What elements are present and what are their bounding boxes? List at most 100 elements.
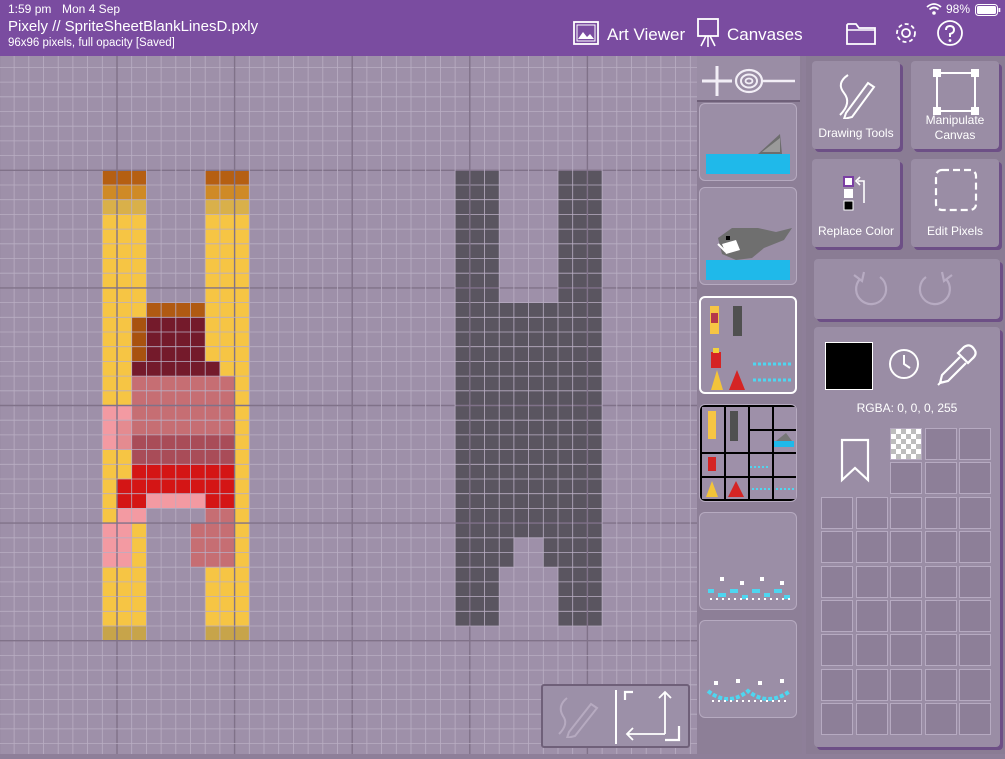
clock-icon[interactable] xyxy=(887,347,921,386)
art-viewer-icon xyxy=(573,20,599,50)
palette-cell[interactable] xyxy=(821,634,853,667)
sprite-pixel xyxy=(131,317,147,362)
status-time: 1:59 pm xyxy=(8,2,52,16)
palette-cell[interactable] xyxy=(890,599,922,632)
undo-icon[interactable] xyxy=(850,269,890,314)
palette-cell[interactable] xyxy=(821,531,853,564)
manipulate-label-2: Canvas xyxy=(934,128,976,142)
palette-cell[interactable] xyxy=(959,702,991,735)
palette-cell[interactable] xyxy=(924,497,957,529)
redo-icon[interactable] xyxy=(916,269,956,314)
palette-cell[interactable] xyxy=(890,497,922,529)
art-viewer-label: Art Viewer xyxy=(607,25,686,44)
replace-color-label: Replace Color xyxy=(817,224,895,238)
drawing-tools-label: Drawing Tools xyxy=(818,126,894,140)
thumbnail-2[interactable] xyxy=(699,187,797,285)
pixel-grid[interactable] xyxy=(0,52,706,759)
sprite-pixel xyxy=(558,170,603,627)
palette-cell[interactable] xyxy=(821,599,853,632)
manipulate-canvas-button[interactable]: Manipulate Canvas xyxy=(911,61,999,149)
palette-cell[interactable] xyxy=(821,497,853,529)
canvases-label: Canvases xyxy=(727,25,803,44)
spiral-icon[interactable] xyxy=(733,64,797,103)
thumbnail-toolbar xyxy=(697,56,800,102)
eyedropper-icon[interactable] xyxy=(934,341,982,394)
resize-arrows-icon[interactable] xyxy=(623,690,687,749)
palette-cell[interactable] xyxy=(959,531,991,564)
palette-cell[interactable] xyxy=(924,634,957,667)
palette-cell[interactable] xyxy=(890,565,922,598)
sprite-pixel xyxy=(190,523,235,568)
palette-cell[interactable] xyxy=(924,565,957,598)
sprite-pixel xyxy=(102,185,147,200)
palette-cell[interactable] xyxy=(924,668,957,701)
status-date: Mon 4 Sep xyxy=(62,2,121,16)
canvases-button[interactable]: Canvases xyxy=(697,17,803,53)
thumbnail-3-selected[interactable] xyxy=(699,296,797,394)
mini-divider xyxy=(615,690,617,744)
edit-pixels-button[interactable]: Edit Pixels xyxy=(911,159,999,247)
palette-cell[interactable] xyxy=(890,462,922,494)
palette-cell[interactable] xyxy=(890,634,922,667)
manipulate-label-1: Manipulate xyxy=(925,113,985,127)
thumbnail-6[interactable] xyxy=(699,620,797,718)
palette-cell[interactable] xyxy=(925,428,957,460)
document-title: Pixely // SpriteSheetBlankLinesD.pxly xyxy=(8,18,259,35)
palette-cell[interactable] xyxy=(959,599,991,632)
palette-cell[interactable] xyxy=(821,565,853,598)
rgba-readout: RGBA: 0, 0, 0, 255 xyxy=(856,401,958,415)
palette-cell[interactable] xyxy=(924,599,957,632)
thumbnail-strip[interactable] xyxy=(697,56,802,754)
palette-cell[interactable] xyxy=(855,497,888,529)
palette-cell[interactable] xyxy=(959,634,991,667)
manipulate-icon xyxy=(933,69,979,115)
folder-icon[interactable] xyxy=(845,19,879,51)
pen-icon xyxy=(839,74,876,119)
pen-icon[interactable] xyxy=(555,694,601,743)
palette-cell[interactable] xyxy=(924,531,957,564)
current-color-swatch[interactable] xyxy=(825,342,873,390)
palette-cell[interactable] xyxy=(855,668,888,701)
undo-redo-panel xyxy=(814,259,1000,319)
thumbnail-4[interactable] xyxy=(699,404,797,502)
sprite-pixel xyxy=(205,199,250,215)
thumbnail-1[interactable] xyxy=(699,103,797,181)
palette-cell[interactable] xyxy=(855,565,888,598)
color-panel: RGBA: 0, 0, 0, 255 xyxy=(814,327,1000,747)
add-icon[interactable] xyxy=(700,64,734,103)
palette-cell[interactable] xyxy=(959,668,991,701)
drawing-tools-button[interactable]: Drawing Tools xyxy=(812,61,900,149)
palette-cell[interactable] xyxy=(855,599,888,632)
replace-color-icon xyxy=(843,176,865,211)
help-icon[interactable] xyxy=(936,19,970,51)
palette-cell[interactable] xyxy=(959,462,991,494)
drawing-canvas[interactable] xyxy=(0,52,706,759)
palette-cell[interactable] xyxy=(959,565,991,598)
art-viewer-button[interactable]: Art Viewer xyxy=(573,19,685,51)
palette-cell[interactable] xyxy=(890,531,922,564)
sprite-pixel xyxy=(205,626,250,641)
palette-cell[interactable] xyxy=(855,531,888,564)
edit-pixels-label: Edit Pixels xyxy=(926,224,984,238)
palette-cell[interactable] xyxy=(959,497,991,529)
transparent-swatch-icon[interactable] xyxy=(890,428,922,460)
sprite-pixel xyxy=(102,199,147,215)
sprite-pixel xyxy=(102,626,147,641)
thumbnail-5[interactable] xyxy=(699,512,797,610)
sprite-pixel xyxy=(455,170,500,627)
replace-color-button[interactable]: Replace Color xyxy=(812,159,900,247)
palette-cell[interactable] xyxy=(925,462,957,494)
gear-icon[interactable] xyxy=(893,19,927,51)
palette-cell[interactable] xyxy=(924,702,957,735)
mini-tool-control[interactable] xyxy=(541,684,690,748)
bookmark-icon[interactable] xyxy=(839,437,871,488)
palette-cell[interactable] xyxy=(821,702,853,735)
palette-cell[interactable] xyxy=(821,668,853,701)
edit-pixels-icon xyxy=(934,168,978,212)
palette-cell[interactable] xyxy=(855,702,888,735)
palette-cell[interactable] xyxy=(890,702,922,735)
easel-icon xyxy=(697,17,719,53)
palette-cell[interactable] xyxy=(855,634,888,667)
palette-cell[interactable] xyxy=(959,428,991,460)
palette-cell[interactable] xyxy=(890,668,922,701)
